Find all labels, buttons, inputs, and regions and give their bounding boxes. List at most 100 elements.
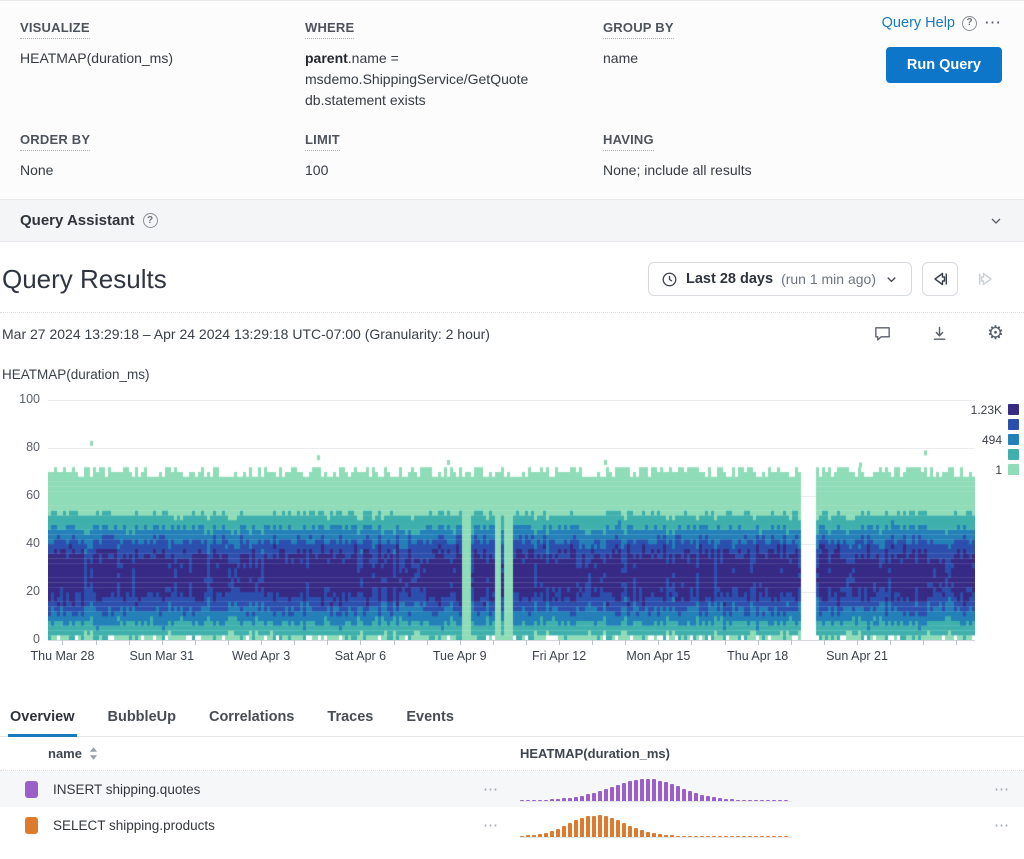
- table-header: name HEATMAP(duration_ms): [0, 737, 1024, 771]
- heatmap-plot-area[interactable]: [48, 400, 975, 640]
- column-header-name[interactable]: name: [48, 746, 98, 761]
- histogram-bar: [760, 836, 764, 838]
- row-name: INSERT shipping.quotes: [53, 782, 200, 797]
- histogram-bar: [556, 829, 560, 837]
- histogram-bar: [610, 818, 614, 837]
- clause-order-by[interactable]: ORDER BY None: [20, 131, 305, 181]
- x-axis-label: Wed Apr 3: [232, 649, 290, 663]
- time-range-picker[interactable]: Last 28 days (run 1 min ago): [648, 262, 912, 296]
- histogram-bar: [754, 836, 758, 838]
- x-axis-label: Mon Apr 15: [626, 649, 690, 663]
- x-tick: [493, 640, 494, 645]
- more-menu-icon[interactable]: ⋯: [984, 13, 1002, 33]
- legend-swatch: [1008, 434, 1019, 445]
- redo-button[interactable]: [968, 262, 1004, 296]
- histogram-bar: [634, 828, 638, 837]
- histogram-bar: [676, 836, 680, 838]
- gear-icon[interactable]: ⚙: [987, 324, 1004, 343]
- histogram-bar: [688, 791, 692, 801]
- clause-value: None: [20, 160, 282, 181]
- x-axis-label: Sun Apr 21: [826, 649, 888, 663]
- tab-events[interactable]: Events: [404, 700, 456, 736]
- query-assistant-label: Query Assistant: [20, 212, 135, 229]
- x-tick: [228, 640, 229, 645]
- query-assistant-bar[interactable]: Query Assistant ?: [0, 200, 1024, 242]
- clause-where[interactable]: WHEREparent.name =msdemo.ShippingService…: [305, 19, 603, 131]
- histogram-bar: [640, 779, 644, 801]
- clause-line: None: [20, 160, 282, 181]
- undo-button[interactable]: [922, 262, 958, 296]
- y-axis-label: 40: [0, 536, 40, 550]
- clause-label: HAVING: [603, 132, 654, 151]
- run-query-button[interactable]: Run Query: [886, 47, 1002, 83]
- histogram-bar: [730, 799, 734, 801]
- x-tick: [658, 640, 659, 645]
- page-title: Query Results: [2, 264, 167, 295]
- clause-group-by[interactable]: GROUP BYname: [603, 19, 883, 131]
- tab-overview[interactable]: Overview: [8, 700, 77, 736]
- histogram-bar: [670, 835, 674, 837]
- histogram-bar: [622, 823, 626, 837]
- histogram-bar: [520, 800, 524, 802]
- x-axis-label: Tue Apr 9: [433, 649, 487, 663]
- tab-correlations[interactable]: Correlations: [207, 700, 296, 736]
- clause-limit[interactable]: LIMIT100: [305, 131, 603, 181]
- query-help-link[interactable]: Query Help: [882, 15, 955, 31]
- time-picker-sub: (run 1 min ago): [781, 271, 876, 287]
- histogram-bar: [562, 826, 566, 837]
- clause-visualize[interactable]: VISUALIZEHEATMAP(duration_ms): [20, 19, 305, 131]
- results-tabs: Overview BubbleUp Correlations Traces Events: [0, 700, 1024, 737]
- row-menu-icon[interactable]: ⋯: [994, 780, 1010, 798]
- x-tick: [294, 640, 295, 645]
- histogram-bar: [700, 795, 704, 801]
- clause-label: ORDER BY: [20, 132, 90, 151]
- histogram-bar: [550, 799, 554, 801]
- chevron-down-icon[interactable]: [988, 213, 1004, 229]
- column-header-heatmap[interactable]: HEATMAP(duration_ms): [520, 746, 670, 761]
- histogram-bar: [586, 794, 590, 801]
- tab-bubbleup[interactable]: BubbleUp: [106, 700, 178, 736]
- histogram-bar: [622, 783, 626, 801]
- row-menu-icon[interactable]: ⋯: [483, 816, 499, 834]
- clause-value: None; include all results: [603, 160, 865, 181]
- help-circle-icon[interactable]: ?: [143, 213, 158, 228]
- comment-icon[interactable]: [873, 324, 892, 343]
- histogram-bar: [670, 784, 674, 801]
- clause-having[interactable]: HAVING None; include all results: [603, 131, 883, 181]
- tab-traces[interactable]: Traces: [325, 700, 375, 736]
- histogram-bar: [730, 836, 734, 838]
- x-tick: [129, 640, 130, 645]
- row-menu-icon[interactable]: ⋯: [994, 816, 1010, 834]
- table-row[interactable]: INSERT shipping.quotes ⋯ ⋯: [0, 771, 1024, 807]
- histogram-bar: [742, 836, 746, 838]
- histogram-bar: [700, 836, 704, 838]
- x-tick: [96, 640, 97, 645]
- histogram-bar: [592, 793, 596, 801]
- histogram-bar: [604, 789, 608, 801]
- histogram-bar: [574, 820, 578, 837]
- histogram-bar: [646, 779, 650, 801]
- x-tick: [261, 640, 262, 645]
- sort-icon[interactable]: [89, 747, 98, 760]
- row-heatmap-sparkline: [520, 813, 792, 838]
- heatmap-canvas[interactable]: [48, 400, 975, 640]
- clause-value: name: [603, 48, 865, 69]
- download-icon[interactable]: [930, 324, 949, 343]
- histogram-bar: [718, 836, 722, 838]
- table-row[interactable]: SELECT shipping.products⋯⋯: [0, 807, 1024, 843]
- x-tick: [890, 640, 891, 645]
- histogram-bar: [748, 800, 752, 802]
- legend-swatch: [1008, 449, 1019, 460]
- time-range-text: Mar 27 2024 13:29:18 – Apr 24 2024 13:29…: [2, 326, 490, 342]
- histogram-bar: [778, 800, 782, 802]
- heatmap-chart[interactable]: 1.23K4941 100806040200Thu Mar 28Sun Mar …: [0, 392, 1024, 670]
- histogram-bar: [562, 798, 566, 801]
- histogram-bar: [658, 781, 662, 801]
- row-menu-icon[interactable]: ⋯: [483, 780, 499, 798]
- histogram-bar: [580, 818, 584, 837]
- histogram-bar: [652, 779, 656, 801]
- clause-value: 100: [305, 160, 567, 181]
- help-circle-icon[interactable]: ?: [962, 16, 977, 31]
- histogram-bar: [682, 836, 686, 838]
- x-axis-label: Thu Apr 18: [727, 649, 788, 663]
